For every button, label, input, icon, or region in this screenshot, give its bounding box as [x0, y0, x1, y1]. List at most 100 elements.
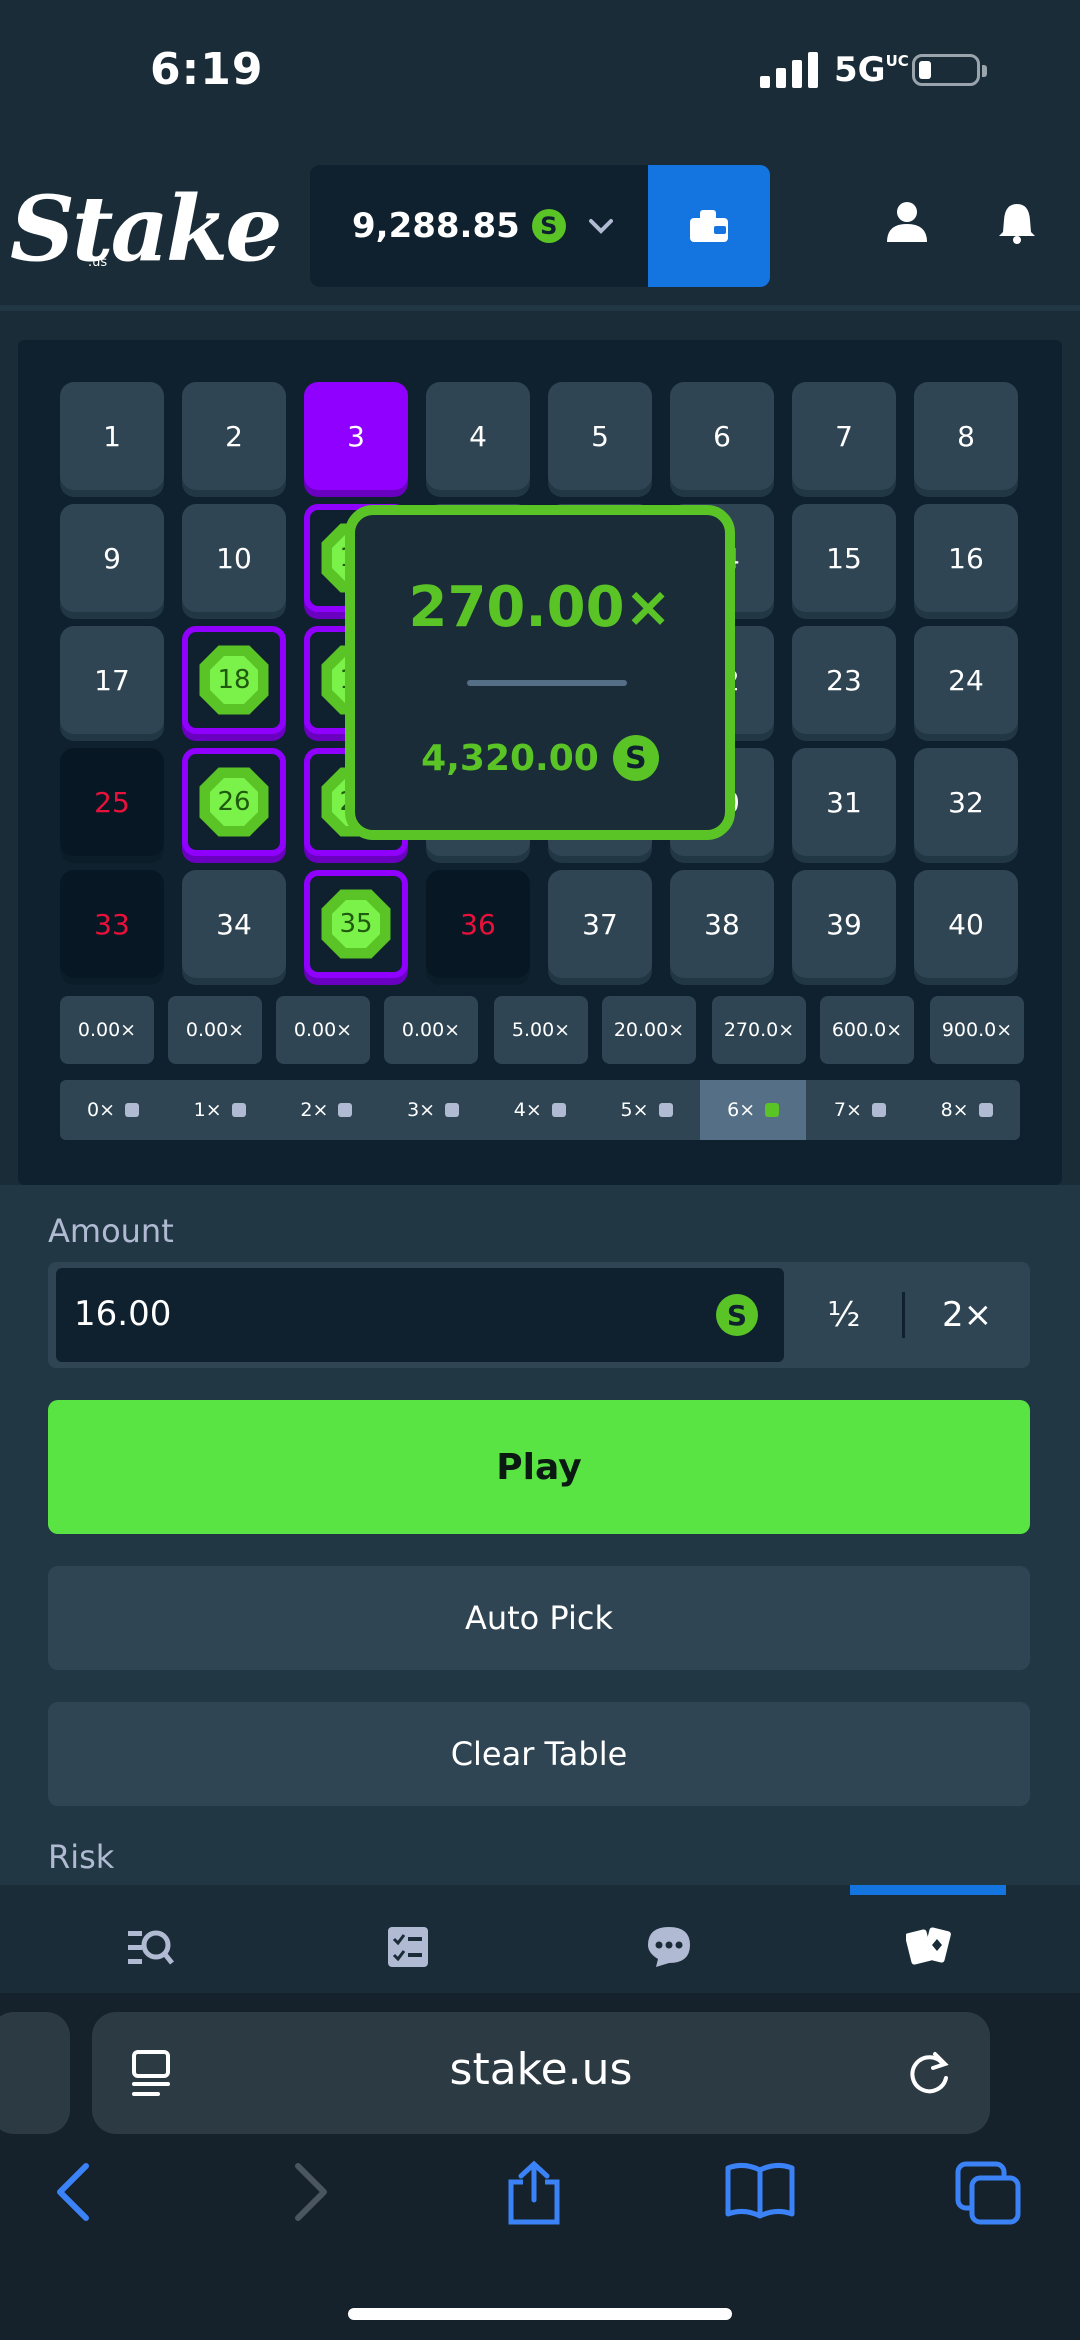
- tile-number: 17: [94, 663, 130, 697]
- hit-label: 6×: [727, 1099, 756, 1121]
- user-icon[interactable]: [885, 200, 929, 244]
- stake-logo[interactable]: Stake: [10, 176, 283, 282]
- keno-tile-33[interactable]: 33: [60, 870, 164, 978]
- keno-tile-23[interactable]: 23: [792, 626, 896, 734]
- keno-tile-39[interactable]: 39: [792, 870, 896, 978]
- payout-cell: 900.0×: [930, 996, 1024, 1064]
- forward-icon[interactable]: [290, 2160, 334, 2224]
- amount-value: 16.00: [74, 1294, 172, 1334]
- tile-number: 32: [948, 785, 984, 819]
- hit-label: 0×: [86, 1099, 115, 1121]
- keno-tile-10[interactable]: 10: [182, 504, 286, 612]
- url-text: stake.us: [449, 2044, 633, 2095]
- wallet-icon: [690, 210, 728, 242]
- win-popup: 270.00× 4,320.00 S: [345, 505, 735, 840]
- tile-number: 36: [460, 907, 496, 941]
- win-amount: 4,320.00: [421, 737, 599, 779]
- keno-tile-6[interactable]: 6: [670, 382, 774, 490]
- hit-label: 3×: [407, 1099, 436, 1121]
- keno-tile-5[interactable]: 5: [548, 382, 652, 490]
- play-button[interactable]: Play: [48, 1400, 1030, 1534]
- hit-count-3: 3×: [380, 1080, 486, 1140]
- keno-tile-40[interactable]: 40: [914, 870, 1018, 978]
- keno-tile-18[interactable]: 18: [182, 626, 286, 734]
- half-amount-button[interactable]: ½: [786, 1268, 902, 1362]
- keno-tile-16[interactable]: 16: [914, 504, 1018, 612]
- auto-pick-button[interactable]: Auto Pick: [48, 1566, 1030, 1670]
- keno-tile-36[interactable]: 36: [426, 870, 530, 978]
- balance-selector[interactable]: 9,288.85 S: [310, 165, 650, 287]
- keno-tile-35[interactable]: 35: [304, 870, 408, 978]
- chevron-down-icon: [588, 219, 613, 234]
- keno-tile-32[interactable]: 32: [914, 748, 1018, 856]
- battery-icon: [912, 54, 987, 86]
- payout-cell: 270.0×: [712, 996, 806, 1064]
- popup-divider: [467, 680, 627, 686]
- sweeps-coin-icon: S: [612, 735, 659, 781]
- tile-number: 25: [94, 785, 130, 819]
- amount-label: Amount: [48, 1212, 174, 1250]
- payout-cell: 0.00×: [384, 996, 478, 1064]
- keno-tile-34[interactable]: 34: [182, 870, 286, 978]
- wallet-button[interactable]: [648, 165, 770, 287]
- tile-number: 35: [339, 909, 373, 939]
- clear-table-button[interactable]: Clear Table: [48, 1702, 1030, 1806]
- reload-icon[interactable]: [905, 2048, 955, 2098]
- keno-tile-1[interactable]: 1: [60, 382, 164, 490]
- keno-tile-7[interactable]: 7: [792, 382, 896, 490]
- balance-amount: 9,288.85: [352, 206, 520, 246]
- hit-indicator: [338, 1103, 353, 1117]
- keno-tile-3[interactable]: 3: [304, 382, 408, 490]
- share-icon[interactable]: [505, 2160, 563, 2226]
- double-amount-button[interactable]: 2×: [908, 1268, 1026, 1362]
- header-divider: [0, 305, 1080, 311]
- win-multiplier: 270.00×: [408, 575, 672, 640]
- tile-number: 16: [948, 541, 984, 575]
- casino-icon[interactable]: [906, 1925, 952, 1969]
- keno-tile-8[interactable]: 8: [914, 382, 1018, 490]
- keno-tile-17[interactable]: 17: [60, 626, 164, 734]
- hit-label: 1×: [193, 1099, 222, 1121]
- risk-label: Risk: [48, 1838, 115, 1876]
- tile-number: 2: [225, 419, 243, 453]
- keno-tile-4[interactable]: 4: [426, 382, 530, 490]
- hit-label: 5×: [620, 1099, 649, 1121]
- tabs-icon[interactable]: [954, 2160, 1024, 2226]
- hit-indicator: [765, 1103, 780, 1117]
- payout-cell: 0.00×: [168, 996, 262, 1064]
- bets-icon[interactable]: [386, 1925, 430, 1969]
- keno-tile-2[interactable]: 2: [182, 382, 286, 490]
- payout-cell: 0.00×: [60, 996, 154, 1064]
- tile-number: 3: [347, 419, 365, 453]
- keno-tile-25[interactable]: 25: [60, 748, 164, 856]
- sweeps-coin-icon: S: [531, 209, 566, 243]
- keno-tile-37[interactable]: 37: [548, 870, 652, 978]
- keno-tile-26[interactable]: 26: [182, 748, 286, 856]
- browse-icon[interactable]: [128, 1925, 174, 1971]
- tile-number: 39: [826, 907, 862, 941]
- hit-label: 2×: [300, 1099, 329, 1121]
- previous-tab[interactable]: [0, 2012, 70, 2134]
- hit-label: 7×: [833, 1099, 862, 1121]
- tile-number: 23: [826, 663, 862, 697]
- keno-tile-15[interactable]: 15: [792, 504, 896, 612]
- payout-cell: 20.00×: [602, 996, 696, 1064]
- keno-tile-31[interactable]: 31: [792, 748, 896, 856]
- tile-number: 31: [826, 785, 862, 819]
- keno-tile-9[interactable]: 9: [60, 504, 164, 612]
- home-indicator[interactable]: [348, 2308, 732, 2320]
- hit-indicator: [551, 1103, 566, 1117]
- bell-icon[interactable]: [995, 200, 1039, 244]
- keno-tile-38[interactable]: 38: [670, 870, 774, 978]
- reader-icon[interactable]: [130, 2050, 174, 2098]
- back-icon[interactable]: [50, 2160, 94, 2224]
- keno-tile-24[interactable]: 24: [914, 626, 1018, 734]
- payout-cell: 5.00×: [494, 996, 588, 1064]
- nav-active-indicator: [850, 1885, 1006, 1895]
- payout-cell: 600.0×: [820, 996, 914, 1064]
- chat-icon[interactable]: [646, 1925, 692, 1969]
- tile-number: 26: [217, 787, 251, 817]
- gem-icon: 18: [194, 640, 274, 720]
- hit-count-2: 2×: [273, 1080, 379, 1140]
- bookmarks-icon[interactable]: [724, 2160, 796, 2220]
